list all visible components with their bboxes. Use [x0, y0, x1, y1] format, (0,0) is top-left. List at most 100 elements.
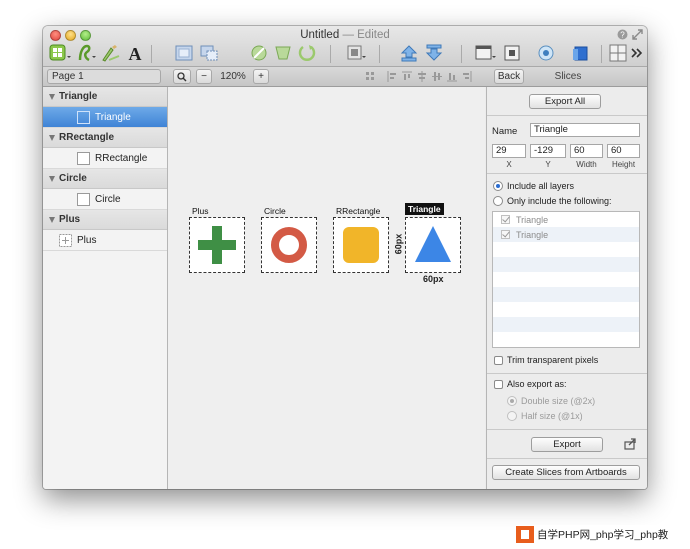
layer-group-triangle[interactable]: Triangle [43, 87, 167, 107]
artboard-rrectangle[interactable] [333, 217, 389, 273]
zoom-level[interactable]: 120% [215, 69, 251, 84]
page-name: Page 1 [52, 71, 84, 82]
subtract-icon[interactable] [272, 43, 294, 63]
layer-item-rrectangle[interactable]: RRectangle [43, 148, 167, 169]
layer-group-rrectangle[interactable]: RRectangle [43, 128, 167, 148]
list-item[interactable]: Triangle [493, 212, 639, 227]
align-left-icon[interactable] [387, 71, 397, 82]
triangle-shape[interactable] [406, 218, 460, 272]
union-icon[interactable] [248, 43, 270, 63]
page-selector[interactable]: Page 1 [47, 69, 161, 84]
watermark: 自学PHP网_php学习_php教 [516, 525, 672, 544]
disclosure-triangle-icon[interactable] [49, 217, 55, 223]
rounded-rect-shape[interactable] [334, 218, 388, 272]
include-all-radio[interactable] [493, 181, 503, 191]
artboard-label-triangle[interactable]: Triangle [405, 203, 444, 215]
artboard-layer-icon [77, 193, 90, 206]
width-dimension-label: 60px [423, 274, 444, 284]
group-label: Plus [59, 210, 80, 230]
y-field[interactable]: -129 [530, 144, 566, 158]
include-all-label[interactable]: Include all layers [507, 181, 574, 191]
artboard-icon[interactable] [173, 43, 195, 63]
window-title: Untitled — Edited [43, 29, 647, 41]
slice-icon[interactable] [198, 43, 220, 63]
artboard-triangle[interactable] [405, 217, 461, 273]
half-size-radio[interactable] [507, 411, 517, 421]
align-center-icon[interactable] [417, 71, 427, 82]
align-bottom-icon[interactable] [447, 71, 457, 82]
export-icon[interactable] [570, 43, 592, 63]
back-button[interactable]: Back [494, 69, 524, 84]
x-field[interactable]: 29 [492, 144, 526, 158]
layer-item-plus[interactable]: Plus [43, 230, 167, 251]
transform-icon[interactable] [345, 43, 369, 63]
double-size-label[interactable]: Double size (@2x) [521, 396, 595, 406]
artboard-label-plus[interactable]: Plus [192, 206, 209, 216]
preview-icon[interactable] [535, 43, 557, 63]
pencil-icon[interactable] [100, 43, 122, 63]
height-field[interactable]: 60 [607, 144, 640, 158]
layer-item-circle[interactable]: Circle [43, 189, 167, 210]
artboard-circle[interactable] [261, 217, 317, 273]
list-item[interactable]: Triangle [493, 227, 639, 242]
layer-group-plus[interactable]: Plus [43, 210, 167, 230]
align-middle-icon[interactable] [432, 71, 442, 82]
forward-icon[interactable] [398, 43, 420, 63]
backward-icon[interactable] [423, 43, 445, 63]
width-caption: Width [570, 160, 603, 169]
trim-checkbox[interactable] [494, 356, 503, 365]
align-top-icon[interactable] [402, 71, 412, 82]
include-following-radio[interactable] [493, 196, 503, 206]
grid-icon[interactable] [608, 43, 628, 63]
group-label: RRectangle [59, 128, 114, 148]
artboard-label-rrectangle[interactable]: RRectangle [336, 206, 380, 216]
flip-icon[interactable] [296, 43, 318, 63]
artboard-label-circle[interactable]: Circle [264, 206, 286, 216]
disclosure-triangle-icon[interactable] [49, 176, 55, 182]
search-button[interactable] [173, 69, 191, 84]
checkbox-icon[interactable] [501, 215, 510, 224]
text-icon[interactable]: A [125, 43, 145, 63]
trim-label[interactable]: Trim transparent pixels [507, 355, 598, 365]
overflow-icon[interactable] [630, 43, 644, 63]
mirror-icon[interactable] [501, 43, 523, 63]
also-export-label[interactable]: Also export as: [507, 379, 567, 389]
plus-shape[interactable] [190, 218, 244, 272]
zoom-out-button[interactable]: − [196, 69, 212, 84]
svg-text:?: ? [620, 31, 625, 40]
export-all-button[interactable]: Export All [529, 94, 601, 109]
layer-label: Plus [77, 235, 96, 246]
layer-item-triangle[interactable]: Triangle [43, 107, 167, 128]
create-slices-button[interactable]: Create Slices from Artboards [492, 465, 640, 480]
vector-pen-icon[interactable] [77, 43, 99, 63]
name-field[interactable]: Triangle [530, 123, 640, 137]
layer-label: RRectangle [95, 153, 147, 164]
help-icon[interactable]: ? [617, 29, 628, 40]
watermark-logo-icon [516, 526, 534, 543]
view-icon[interactable] [473, 43, 497, 63]
insert-shapes-icon[interactable] [48, 43, 74, 63]
fullscreen-icon[interactable] [632, 29, 643, 40]
title-bar: Untitled — Edited ? A [43, 26, 647, 66]
ring-shape[interactable] [262, 218, 316, 272]
include-following-label[interactable]: Only include the following: [507, 196, 612, 206]
layer-include-list[interactable]: Triangle Triangle [492, 211, 640, 348]
panel-title: Slices [543, 71, 593, 82]
layer-label: Circle [95, 194, 121, 205]
align-right-icon[interactable] [462, 71, 472, 82]
zoom-in-button[interactable]: + [253, 69, 269, 84]
artboard-plus[interactable] [189, 217, 245, 273]
disclosure-triangle-icon[interactable] [49, 135, 55, 141]
also-export-checkbox[interactable] [494, 380, 503, 389]
disclosure-triangle-icon[interactable] [49, 94, 55, 100]
canvas[interactable]: Plus Circle RRectangle Triangle 60px 60p… [168, 87, 485, 489]
double-size-radio[interactable] [507, 396, 517, 406]
half-size-label[interactable]: Half size (@1x) [521, 411, 583, 421]
checkbox-icon[interactable] [501, 230, 510, 239]
share-icon[interactable] [624, 438, 636, 450]
width-field[interactable]: 60 [570, 144, 603, 158]
distribute-icon[interactable] [365, 71, 375, 82]
export-button[interactable]: Export [531, 437, 603, 452]
layer-group-circle[interactable]: Circle [43, 169, 167, 189]
app-window: Untitled — Edited ? A [43, 26, 647, 489]
